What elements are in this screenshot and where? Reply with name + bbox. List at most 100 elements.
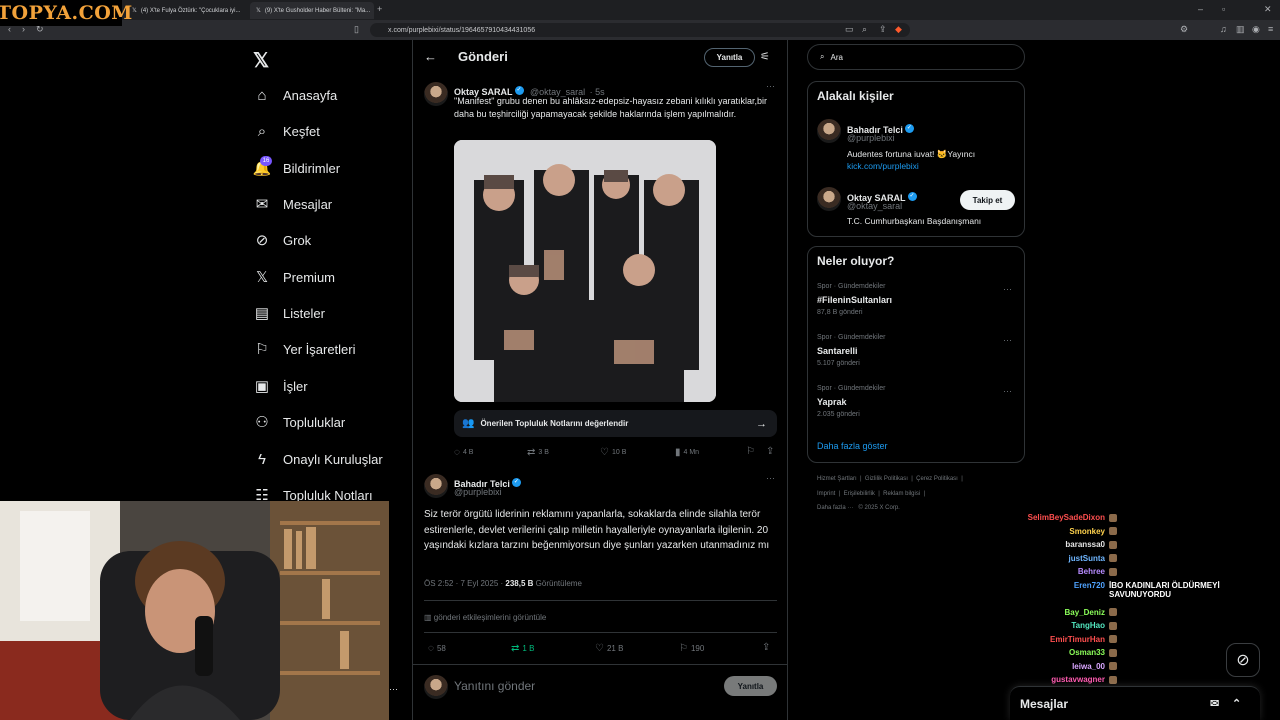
screen-icon[interactable]: ▭ bbox=[845, 24, 854, 35]
x-home-logo-icon[interactable]: 𝕏 bbox=[253, 48, 269, 73]
nav-item-1[interactable]: ⌕ Keşfet bbox=[253, 120, 320, 142]
trend-name[interactable]: #FileninSultanları bbox=[817, 295, 892, 305]
share-icon[interactable]: ⇪ bbox=[879, 24, 887, 35]
chat-username[interactable]: baranssa0 bbox=[1000, 540, 1105, 549]
heart-icon: ♡ bbox=[595, 643, 604, 654]
menu-icon[interactable]: ≡ bbox=[1268, 24, 1273, 34]
community-notes-prompt[interactable]: 👥 Önerilen Topluluk Notlarını değerlendi… bbox=[454, 410, 777, 437]
chat-username[interactable]: Smonkey bbox=[1000, 527, 1105, 536]
bookmark-page-icon[interactable]: ▯ bbox=[354, 24, 359, 35]
nav-item-0[interactable]: ⌂ Anasayfa bbox=[253, 84, 337, 106]
chat-username[interactable]: Behree bbox=[1000, 567, 1105, 576]
footer-more[interactable]: Daha fazla ··· bbox=[817, 505, 853, 511]
trend-count: 5.107 gönderi bbox=[817, 360, 860, 367]
grok-button[interactable]: ⊘ bbox=[1226, 643, 1260, 677]
more-icon[interactable]: ··· bbox=[389, 684, 398, 694]
share-icon[interactable]: ⇪ bbox=[766, 446, 774, 457]
wallet-icon[interactable]: ◉ bbox=[1252, 24, 1260, 35]
chat-username[interactable]: TangHao bbox=[1000, 621, 1105, 630]
chat-username[interactable]: justSunta bbox=[1000, 554, 1105, 563]
footer-link[interactable]: Hizmet Şartları bbox=[817, 476, 857, 482]
engagement-link[interactable]: ▥ gönderi etkileşimlerini görüntüle bbox=[424, 613, 546, 622]
extensions-icon[interactable]: ⚙ bbox=[1180, 24, 1188, 35]
trend-name[interactable]: Yaprak bbox=[817, 397, 847, 407]
show-more-link[interactable]: Daha fazla göster bbox=[817, 441, 888, 451]
nav-item-10[interactable]: ϟ Onaylı Kuruluşlar bbox=[253, 448, 383, 470]
views-action[interactable]: ▮ 4 Mn bbox=[675, 447, 699, 458]
reply-action[interactable]: ◌ 58 bbox=[428, 643, 446, 654]
reply-input[interactable]: Yanıtını gönder bbox=[454, 679, 535, 693]
messages-drawer-label: Mesajlar bbox=[1020, 696, 1069, 711]
nav-item-8[interactable]: ▣ İşler bbox=[253, 375, 308, 397]
avatar[interactable] bbox=[424, 82, 448, 106]
more-icon[interactable]: ··· bbox=[1003, 284, 1012, 294]
bookmark-action[interactable]: ⚐ 190 bbox=[679, 643, 704, 654]
chat-message: gustavwagner bbox=[1000, 675, 1117, 684]
music-icon[interactable]: ♫ bbox=[1220, 24, 1227, 34]
zoom-icon[interactable]: ⌕ bbox=[862, 24, 867, 35]
avatar[interactable] bbox=[817, 119, 841, 143]
footer-link[interactable]: Reklam bilgisi bbox=[883, 491, 920, 497]
chat-username[interactable]: Bay_Deniz bbox=[1000, 608, 1105, 617]
more-icon[interactable]: ··· bbox=[766, 81, 775, 91]
tweet-image[interactable] bbox=[454, 140, 716, 402]
expand-icon[interactable]: ⌃ bbox=[1232, 697, 1241, 710]
footer-link[interactable]: Erişilebilirlik bbox=[844, 491, 875, 497]
footer-link[interactable]: Çerez Politikası bbox=[916, 476, 958, 482]
browser-tab[interactable]: 𝕏 (4) X'te Fulya Öztürk: "Çocuklara iyi.… bbox=[126, 2, 246, 19]
back-arrow-icon[interactable]: ← bbox=[424, 49, 437, 64]
more-icon[interactable]: ··· bbox=[1003, 335, 1012, 345]
author-handle[interactable]: @purplebixi bbox=[454, 487, 502, 497]
brave-shield-icon[interactable]: ◆ bbox=[895, 24, 902, 35]
repost-action[interactable]: ⇄ 1 B bbox=[511, 643, 534, 654]
trend-name[interactable]: Santarelli bbox=[817, 346, 858, 356]
like-action[interactable]: ♡ 21 B bbox=[595, 643, 623, 654]
messages-drawer[interactable]: Mesajlar ✉ ⌃ bbox=[1010, 686, 1260, 720]
chat-username[interactable]: gustavwagner bbox=[1000, 675, 1105, 684]
nav-item-7[interactable]: ⚐ Yer İşaretleri bbox=[253, 338, 355, 360]
chat-username[interactable]: SelimBeySadeDixon bbox=[1000, 513, 1105, 522]
nav-item-3[interactable]: ✉ Mesajlar bbox=[253, 193, 332, 215]
more-icon[interactable]: ··· bbox=[766, 473, 775, 483]
footer-link[interactable]: Imprint bbox=[817, 491, 835, 497]
reply-header-button[interactable]: Yanıtla bbox=[704, 48, 755, 67]
footer-link[interactable]: Gizlilik Politikası bbox=[865, 476, 908, 482]
nav-item-6[interactable]: ▤ Listeler bbox=[253, 302, 325, 324]
share-icon[interactable]: ⇪ bbox=[762, 642, 770, 653]
chat-username[interactable]: EmirTimurHan bbox=[1000, 635, 1105, 644]
sliders-icon[interactable]: ⚟ bbox=[760, 50, 770, 63]
person-link[interactable]: kick.com/purplebixi bbox=[847, 161, 919, 171]
sidebar-icon[interactable]: ▥ bbox=[1236, 24, 1245, 35]
like-action[interactable]: ♡ 10 B bbox=[600, 447, 626, 458]
avatar[interactable] bbox=[424, 474, 448, 498]
url-field[interactable]: x.com/purplebixi/status/1964657910434431… bbox=[370, 23, 910, 37]
search-input[interactable]: ⌕ Ara bbox=[807, 44, 1025, 70]
reply-action[interactable]: ◌ 4 B bbox=[454, 447, 473, 458]
nav-item-4[interactable]: ⊘ Grok bbox=[253, 229, 311, 251]
chat-message: baranssa0 bbox=[1000, 540, 1117, 549]
close-window-icon[interactable]: ✕ bbox=[1264, 4, 1272, 15]
maximize-icon[interactable]: ▫ bbox=[1222, 4, 1225, 14]
view-label: Görüntüleme bbox=[535, 579, 582, 588]
chat-username[interactable]: leiwa_00 bbox=[1000, 662, 1105, 671]
reply-submit-button[interactable]: Yanıtla bbox=[724, 676, 777, 696]
tweet-timestamp[interactable]: ÖS 2:52 · 7 Eyl 2025 · bbox=[424, 579, 503, 588]
new-message-icon[interactable]: ✉ bbox=[1210, 697, 1219, 710]
nav-item-9[interactable]: ⚇ Topluluklar bbox=[253, 411, 345, 433]
more-icon[interactable]: ··· bbox=[1003, 386, 1012, 396]
follow-button[interactable]: Takip et bbox=[960, 190, 1015, 210]
bookmark-icon[interactable]: ⚐ bbox=[746, 446, 755, 457]
avatar[interactable] bbox=[817, 187, 841, 211]
new-tab-icon[interactable]: + bbox=[377, 4, 382, 14]
search-placeholder: Ara bbox=[830, 52, 843, 62]
chat-username[interactable]: Eren720 bbox=[1000, 581, 1105, 590]
chat-username[interactable]: Osman33 bbox=[1000, 648, 1105, 657]
person-handle[interactable]: @oktay_saral bbox=[847, 201, 902, 211]
nav-item-5[interactable]: 𝕏 Premium bbox=[253, 266, 335, 288]
person-handle[interactable]: @purplebixi bbox=[847, 133, 895, 143]
emote-icon bbox=[1109, 635, 1117, 644]
browser-tab-active[interactable]: 𝕏 (9) X'te Gusholder Haber Bülteni: "Ma.… bbox=[250, 2, 374, 19]
minimize-icon[interactable]: – bbox=[1198, 4, 1203, 14]
repost-action[interactable]: ⇄ 3 B bbox=[527, 447, 549, 458]
emote-icon bbox=[1109, 675, 1117, 684]
